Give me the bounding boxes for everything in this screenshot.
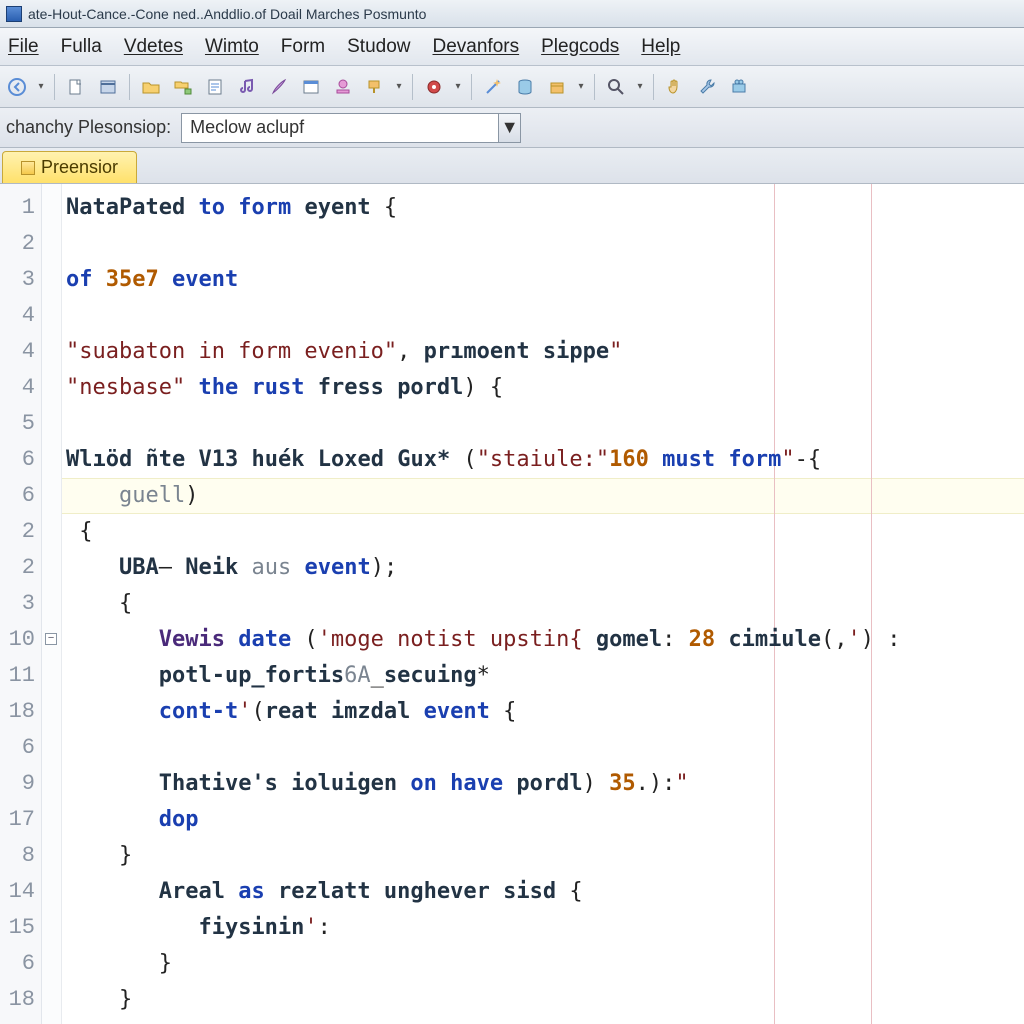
titlebar: ate-Hout-Cance.-Cone ned..Anddlio.of Doa… [0, 0, 1024, 28]
selector-bar: chanchy Plesonsiop: Meclow aclupf ▼ [0, 108, 1024, 148]
box-dropdown-icon[interactable]: ▾ [576, 81, 586, 92]
brush-icon[interactable] [266, 74, 292, 100]
menu-devanfors[interactable]: Devanfors [433, 36, 520, 58]
menu-file[interactable]: File [8, 36, 39, 58]
db-icon[interactable] [512, 74, 538, 100]
menu-vdetes[interactable]: Vdetes [124, 36, 183, 58]
box-icon[interactable] [544, 74, 570, 100]
menu-plegcods[interactable]: Plegcods [541, 36, 619, 58]
line-number-gutter: 1 2 3 4 4 4 5 6 6 2 2 3 10 11 18 6 9 17 … [0, 184, 42, 1024]
back-dropdown-icon[interactable]: ▾ [36, 81, 46, 92]
fold-toggle-icon[interactable]: − [45, 633, 57, 645]
separator [412, 74, 413, 100]
separator [594, 74, 595, 100]
form-icon[interactable] [298, 74, 324, 100]
menu-studow[interactable]: Studow [347, 36, 410, 58]
menu-wimto[interactable]: Wimto [205, 36, 259, 58]
paint-icon[interactable] [362, 74, 388, 100]
menu-help[interactable]: Help [641, 36, 680, 58]
code-editor[interactable]: 1 2 3 4 4 4 5 6 6 2 2 3 10 11 18 6 9 17 … [0, 184, 1024, 1024]
music-icon[interactable] [234, 74, 260, 100]
back-icon[interactable] [4, 74, 30, 100]
gear-dropdown-icon[interactable]: ▾ [453, 81, 463, 92]
code-area[interactable]: NataPated to form eyent { of 35e7 event … [62, 184, 1024, 1024]
gear-icon[interactable] [421, 74, 447, 100]
new-folder-icon[interactable] [95, 74, 121, 100]
tabstrip: Preensior [0, 148, 1024, 184]
tab-preensior[interactable]: Preensior [2, 151, 137, 183]
separator [653, 74, 654, 100]
tool-icon[interactable] [694, 74, 720, 100]
menubar: File Fulla Vdetes Wimto Form Studow Deva… [0, 28, 1024, 66]
hand-icon[interactable] [662, 74, 688, 100]
folder-open-icon[interactable] [138, 74, 164, 100]
separator [54, 74, 55, 100]
plugin-icon[interactable] [726, 74, 752, 100]
folder-tree-icon[interactable] [170, 74, 196, 100]
wand-icon[interactable] [480, 74, 506, 100]
toolbar: ▾ ▾ ▾ ▾ ▾ [0, 66, 1024, 108]
separator [471, 74, 472, 100]
script-icon[interactable] [202, 74, 228, 100]
separator [129, 74, 130, 100]
menu-fulla[interactable]: Fulla [61, 36, 102, 58]
find-dropdown-icon[interactable]: ▾ [635, 81, 645, 92]
stamp-icon[interactable] [330, 74, 356, 100]
paint-dropdown-icon[interactable]: ▾ [394, 81, 404, 92]
selector-value: Meclow aclupf [190, 117, 304, 138]
app-icon [6, 6, 22, 22]
file-icon [21, 161, 35, 175]
selector-combo[interactable]: Meclow aclupf ▼ [181, 113, 521, 143]
code-text[interactable]: NataPated to form eyent { of 35e7 event … [66, 190, 1024, 1024]
tab-label: Preensior [41, 157, 118, 178]
fold-column: − [42, 184, 62, 1024]
new-file-icon[interactable] [63, 74, 89, 100]
window-title: ate-Hout-Cance.-Cone ned..Anddlio.of Doa… [28, 6, 426, 22]
chevron-down-icon[interactable]: ▼ [498, 114, 520, 142]
selector-label: chanchy Plesonsiop: [6, 117, 171, 138]
menu-form[interactable]: Form [281, 36, 325, 58]
find-icon[interactable] [603, 74, 629, 100]
